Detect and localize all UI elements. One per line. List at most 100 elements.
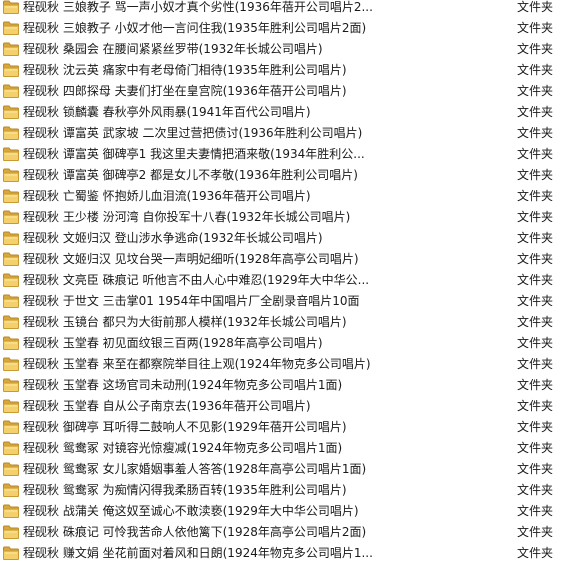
folder-icon	[3, 252, 19, 266]
folder-icon	[3, 441, 19, 455]
folder-icon	[3, 231, 19, 245]
item-type: 文件夹	[517, 126, 554, 140]
folder-icon	[3, 105, 19, 119]
folder-name: 程砚秋 谭富英 御碑亭1 我这里夫妻情把酒来敬(1934年胜利公...	[23, 147, 365, 161]
folder-icon	[3, 147, 19, 161]
folder-row-25[interactable]: 程砚秋 战蒲关 俺这奴至诚心不敢渎亵(1929年大中华公司唱片) 文件夹	[0, 501, 574, 522]
folder-row-17[interactable]: 程砚秋 玉堂春 初见面纹银三百两(1928年高亭公司唱片) 文件夹	[0, 333, 574, 354]
folder-row-20[interactable]: 程砚秋 玉堂春 自从公子南京去(1936年蓓开公司唱片) 文件夹	[0, 396, 574, 417]
folder-icon	[3, 378, 19, 392]
folder-row-10[interactable]: 程砚秋 亡蜀鉴 怀抱娇儿血泪流(1936年蓓开公司唱片) 文件夹	[0, 186, 574, 207]
folder-icon	[3, 504, 19, 518]
folder-icon	[3, 420, 19, 434]
folder-row-4[interactable]: 程砚秋 沈云英 痛家中有老母倚门相待(1935年胜利公司唱片) 文件夹	[0, 60, 574, 81]
folder-icon	[3, 462, 19, 476]
folder-name: 程砚秋 玉堂春 这场官司未动刑(1924年物克多公司唱片1面)	[23, 378, 343, 392]
item-type: 文件夹	[517, 294, 554, 308]
folder-row-3[interactable]: 程砚秋 桑园会 在腰间紧紧丝罗带(1932年长城公司唱片) 文件夹	[0, 39, 574, 60]
item-type: 文件夹	[517, 399, 554, 413]
folder-icon	[3, 0, 19, 14]
folder-row-18[interactable]: 程砚秋 玉堂春 来至在都察院举目往上观(1924年物克多公司唱片) 文件夹	[0, 354, 574, 375]
item-type: 文件夹	[517, 210, 554, 224]
folder-row-5[interactable]: 程砚秋 四郎探母 夫妻们打坐在皇宫院(1936年蓓开公司唱片) 文件夹	[0, 81, 574, 102]
item-type: 文件夹	[517, 546, 554, 560]
folder-icon	[3, 546, 19, 560]
folder-row-24[interactable]: 程砚秋 鸳鸯冢 为痴情闪得我柔肠百转(1935年胜利公司唱片) 文件夹	[0, 480, 574, 501]
folder-name: 程砚秋 文姬归汉 见坟台哭一声明妃细听(1928年高亭公司唱片)	[23, 252, 359, 266]
item-type: 文件夹	[517, 504, 554, 518]
item-type: 文件夹	[517, 84, 554, 98]
folder-name: 程砚秋 三娘教子 骂一声小奴才真个劣性(1936年蓓开公司唱片2...	[23, 0, 373, 14]
item-type: 文件夹	[517, 105, 554, 119]
folder-icon	[3, 483, 19, 497]
folder-name: 程砚秋 御碑亭 耳听得二鼓响人不见影(1929年蓓开公司唱片)	[23, 420, 347, 434]
folder-icon	[3, 210, 19, 224]
folder-name: 程砚秋 鸳鸯冢 为痴情闪得我柔肠百转(1935年胜利公司唱片)	[23, 483, 347, 497]
folder-name: 程砚秋 赚文娟 坐花前面对着风和日朗(1924年物克多公司唱片1...	[23, 546, 373, 560]
folder-icon	[3, 336, 19, 350]
folder-row-8[interactable]: 程砚秋 谭富英 御碑亭1 我这里夫妻情把酒来敬(1934年胜利公... 文件夹	[0, 144, 574, 165]
item-type: 文件夹	[517, 147, 554, 161]
folder-row-27[interactable]: 程砚秋 赚文娟 坐花前面对着风和日朗(1924年物克多公司唱片1... 文件夹	[0, 543, 574, 561]
folder-name: 程砚秋 战蒲关 俺这奴至诚心不敢渎亵(1929年大中华公司唱片)	[23, 504, 359, 518]
item-type: 文件夹	[517, 0, 554, 14]
item-type: 文件夹	[517, 462, 554, 476]
folder-icon	[3, 399, 19, 413]
item-type: 文件夹	[517, 357, 554, 371]
folder-row-26[interactable]: 程砚秋 硃痕记 可怜我苦命人依他篱下(1928年高亭公司唱片2面) 文件夹	[0, 522, 574, 543]
folder-name: 程砚秋 鸳鸯冢 对镜容光惊瘦减(1924年物克多公司唱片1面)	[23, 441, 343, 455]
item-type: 文件夹	[517, 252, 554, 266]
item-type: 文件夹	[517, 231, 554, 245]
folder-row-16[interactable]: 程砚秋 玉镜台 都只为大街前那人模样(1932年长城公司唱片) 文件夹	[0, 312, 574, 333]
folder-row-9[interactable]: 程砚秋 谭富英 御碑亭2 都是女儿不孝敬(1936年胜利公司唱片) 文件夹	[0, 165, 574, 186]
folder-icon	[3, 21, 19, 35]
folder-icon	[3, 63, 19, 77]
folder-icon	[3, 84, 19, 98]
folder-row-11[interactable]: 程砚秋 王少楼 汾河湾 自你投军十八春(1932年长城公司唱片) 文件夹	[0, 207, 574, 228]
item-type: 文件夹	[517, 189, 554, 203]
folder-icon	[3, 357, 19, 371]
folder-name: 程砚秋 玉镜台 都只为大街前那人模样(1932年长城公司唱片)	[23, 315, 347, 329]
folder-row-23[interactable]: 程砚秋 鸳鸯冢 女儿家婚姻事羞人答答(1928年高亭公司唱片1面) 文件夹	[0, 459, 574, 480]
folder-name: 程砚秋 谭富英 武家坡 二次里过营把债讨(1936年胜利公司唱片)	[23, 126, 363, 140]
folder-icon	[3, 168, 19, 182]
folder-name: 程砚秋 沈云英 痛家中有老母倚门相待(1935年胜利公司唱片)	[23, 63, 347, 77]
folder-row-1[interactable]: 程砚秋 三娘教子 骂一声小奴才真个劣性(1936年蓓开公司唱片2... 文件夹	[0, 0, 574, 18]
folder-name: 程砚秋 文亮臣 硃痕记 听他言不由人心中难忍(1929年大中华公...	[23, 273, 370, 287]
folder-row-22[interactable]: 程砚秋 鸳鸯冢 对镜容光惊瘦减(1924年物克多公司唱片1面) 文件夹	[0, 438, 574, 459]
folder-row-14[interactable]: 程砚秋 文亮臣 硃痕记 听他言不由人心中难忍(1929年大中华公... 文件夹	[0, 270, 574, 291]
folder-row-6[interactable]: 程砚秋 锁麟囊 春秋亭外风雨暴(1941年百代公司唱片) 文件夹	[0, 102, 574, 123]
folder-row-2[interactable]: 程砚秋 三娘教子 小奴才他一言问住我(1935年胜利公司唱片2面) 文件夹	[0, 18, 574, 39]
folder-row-13[interactable]: 程砚秋 文姬归汉 见坟台哭一声明妃细听(1928年高亭公司唱片) 文件夹	[0, 249, 574, 270]
folder-name: 程砚秋 亡蜀鉴 怀抱娇儿血泪流(1936年蓓开公司唱片)	[23, 189, 311, 203]
folder-row-19[interactable]: 程砚秋 玉堂春 这场官司未动刑(1924年物克多公司唱片1面) 文件夹	[0, 375, 574, 396]
folder-row-7[interactable]: 程砚秋 谭富英 武家坡 二次里过营把债讨(1936年胜利公司唱片) 文件夹	[0, 123, 574, 144]
folder-name: 程砚秋 鸳鸯冢 女儿家婚姻事羞人答答(1928年高亭公司唱片1面)	[23, 462, 367, 476]
folder-name: 程砚秋 桑园会 在腰间紧紧丝罗带(1932年长城公司唱片)	[23, 42, 323, 56]
folder-name: 程砚秋 四郎探母 夫妻们打坐在皇宫院(1936年蓓开公司唱片)	[23, 84, 347, 98]
folder-row-12[interactable]: 程砚秋 文姬归汉 登山涉水争逃命(1932年长城公司唱片) 文件夹	[0, 228, 574, 249]
item-type: 文件夹	[517, 63, 554, 77]
item-type: 文件夹	[517, 42, 554, 56]
folder-row-21[interactable]: 程砚秋 御碑亭 耳听得二鼓响人不见影(1929年蓓开公司唱片) 文件夹	[0, 417, 574, 438]
folder-name: 程砚秋 硃痕记 可怜我苦命人依他篱下(1928年高亭公司唱片2面)	[23, 525, 367, 539]
item-type: 文件夹	[517, 483, 554, 497]
item-type: 文件夹	[517, 315, 554, 329]
folder-icon	[3, 525, 19, 539]
file-list: 程砚秋 三娘教子 骂一声小奴才真个劣性(1936年蓓开公司唱片2... 文件夹 …	[0, 0, 574, 561]
folder-name: 程砚秋 王少楼 汾河湾 自你投军十八春(1932年长城公司唱片)	[23, 210, 351, 224]
folder-name: 程砚秋 文姬归汉 登山涉水争逃命(1932年长城公司唱片)	[23, 231, 323, 245]
item-type: 文件夹	[517, 378, 554, 392]
item-type: 文件夹	[517, 21, 554, 35]
item-type: 文件夹	[517, 168, 554, 182]
folder-name: 程砚秋 于世文 三击掌01 1954年中国唱片厂全剧录音唱片10面	[23, 294, 360, 308]
folder-icon	[3, 189, 19, 203]
folder-row-15[interactable]: 程砚秋 于世文 三击掌01 1954年中国唱片厂全剧录音唱片10面 文件夹	[0, 291, 574, 312]
folder-name: 程砚秋 玉堂春 来至在都察院举目往上观(1924年物克多公司唱片)	[23, 357, 371, 371]
folder-icon	[3, 273, 19, 287]
item-type: 文件夹	[517, 336, 554, 350]
folder-name: 程砚秋 谭富英 御碑亭2 都是女儿不孝敬(1936年胜利公司唱片)	[23, 168, 358, 182]
folder-name: 程砚秋 锁麟囊 春秋亭外风雨暴(1941年百代公司唱片)	[23, 105, 311, 119]
item-type: 文件夹	[517, 525, 554, 539]
folder-name: 程砚秋 玉堂春 初见面纹银三百两(1928年高亭公司唱片)	[23, 336, 323, 350]
